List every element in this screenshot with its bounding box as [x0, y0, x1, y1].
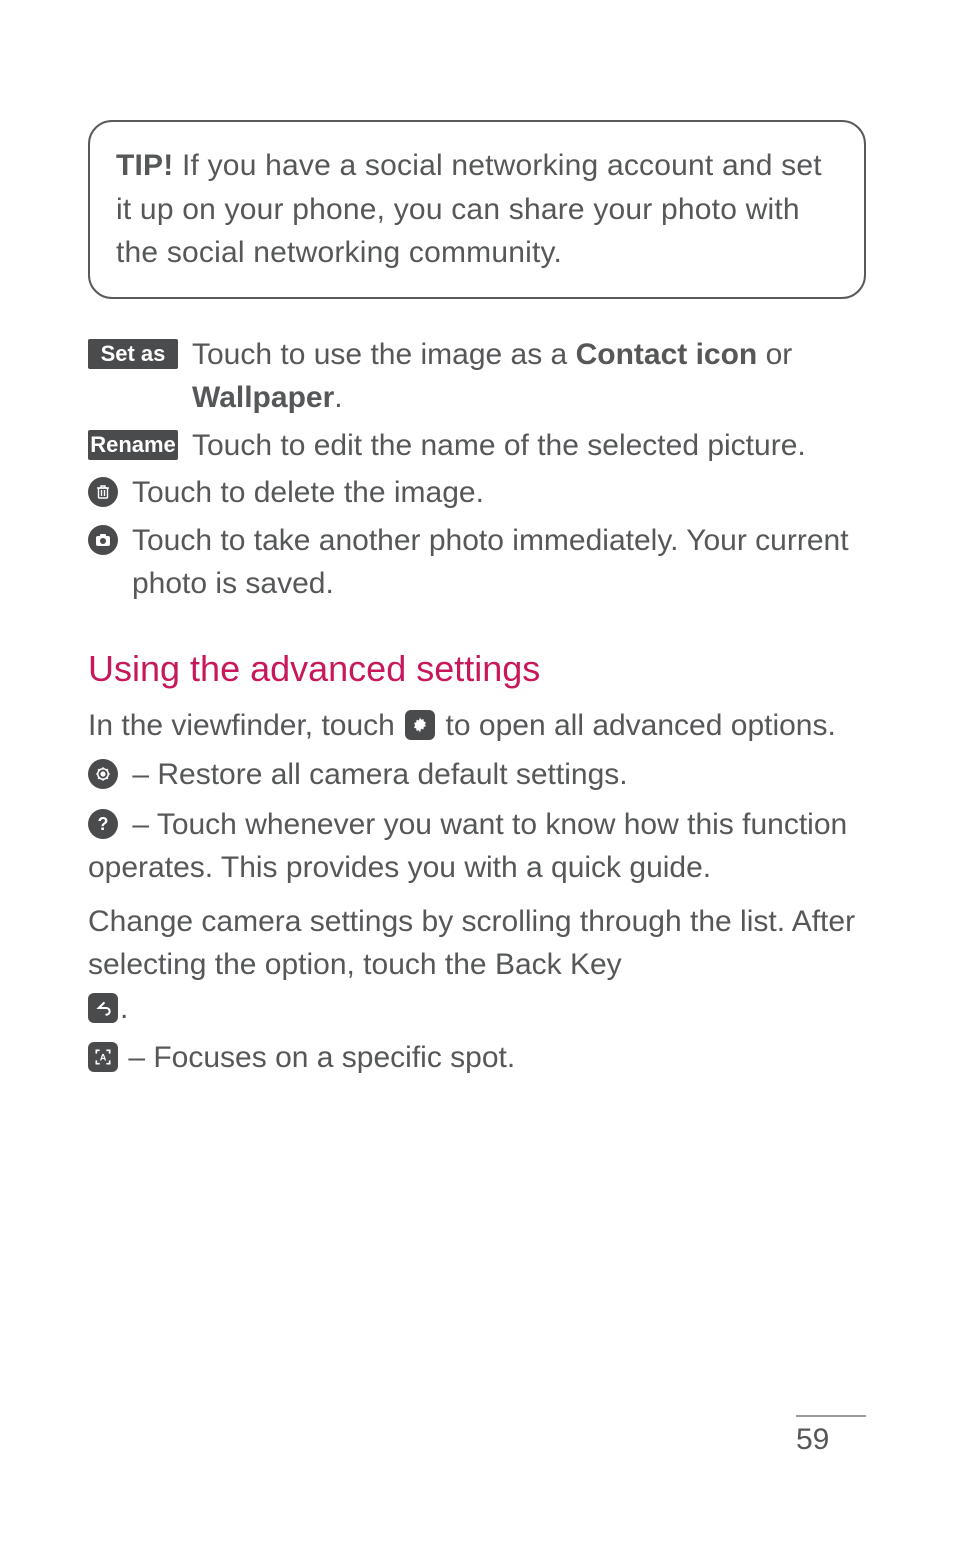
bold-text: Back Key: [495, 948, 622, 981]
text: Touch to use the image as a: [192, 338, 576, 371]
set-as-text: Touch to use the image as a Contact icon…: [178, 333, 866, 420]
text: to open all advanced options.: [437, 709, 836, 742]
help-row: ? – Touch whenever you want to know how …: [88, 803, 866, 890]
bold-text: Contact icon: [576, 338, 758, 371]
section-heading: Using the advanced settings: [88, 648, 866, 690]
intro-paragraph: In the viewfinder, touch to open all adv…: [88, 704, 866, 748]
text: .: [334, 381, 342, 414]
trash-icon: [88, 477, 118, 507]
camera-icon: [88, 525, 118, 555]
restore-icon: [88, 759, 118, 789]
text: or: [757, 338, 792, 371]
focus-icon: A: [88, 1042, 118, 1072]
help-text: – Touch whenever you want to know how th…: [88, 808, 847, 885]
row-camera: Touch to take another photo immediately.…: [88, 519, 866, 606]
settings-gear-icon: [405, 710, 435, 740]
scroll-paragraph: Change camera settings by scrolling thro…: [88, 900, 866, 1031]
svg-text:A: A: [100, 1052, 107, 1062]
page-number: 59: [796, 1423, 829, 1456]
back-key-icon: [88, 993, 118, 1023]
bold-text: Wallpaper: [192, 381, 334, 414]
rename-badge: Rename: [88, 430, 178, 460]
restore-text: – Restore all camera default settings.: [124, 758, 628, 791]
tip-box: TIP! If you have a social networking acc…: [88, 120, 866, 299]
focus-text: – Focuses on a specific spot.: [120, 1041, 515, 1074]
text: In the viewfinder, touch: [88, 709, 403, 742]
restore-row: – Restore all camera default settings.: [88, 753, 866, 797]
text: Change camera settings by scrolling thro…: [88, 905, 855, 982]
focus-row: A – Focuses on a specific spot.: [88, 1036, 866, 1080]
footer-rule: [796, 1415, 866, 1417]
page-footer: 59: [796, 1415, 866, 1457]
rename-text: Touch to edit the name of the selected p…: [178, 424, 866, 468]
question-icon: ?: [88, 809, 118, 839]
row-delete: Touch to delete the image.: [88, 471, 866, 515]
camera-text: Touch to take another photo immediately.…: [118, 519, 866, 606]
tip-text: If you have a social networking account …: [116, 149, 822, 269]
text: .: [120, 992, 128, 1025]
set-as-badge: Set as: [88, 339, 178, 369]
row-rename: Rename Touch to edit the name of the sel…: [88, 424, 866, 468]
row-set-as: Set as Touch to use the image as a Conta…: [88, 333, 866, 420]
delete-text: Touch to delete the image.: [118, 471, 866, 515]
tip-label: TIP!: [116, 149, 173, 182]
